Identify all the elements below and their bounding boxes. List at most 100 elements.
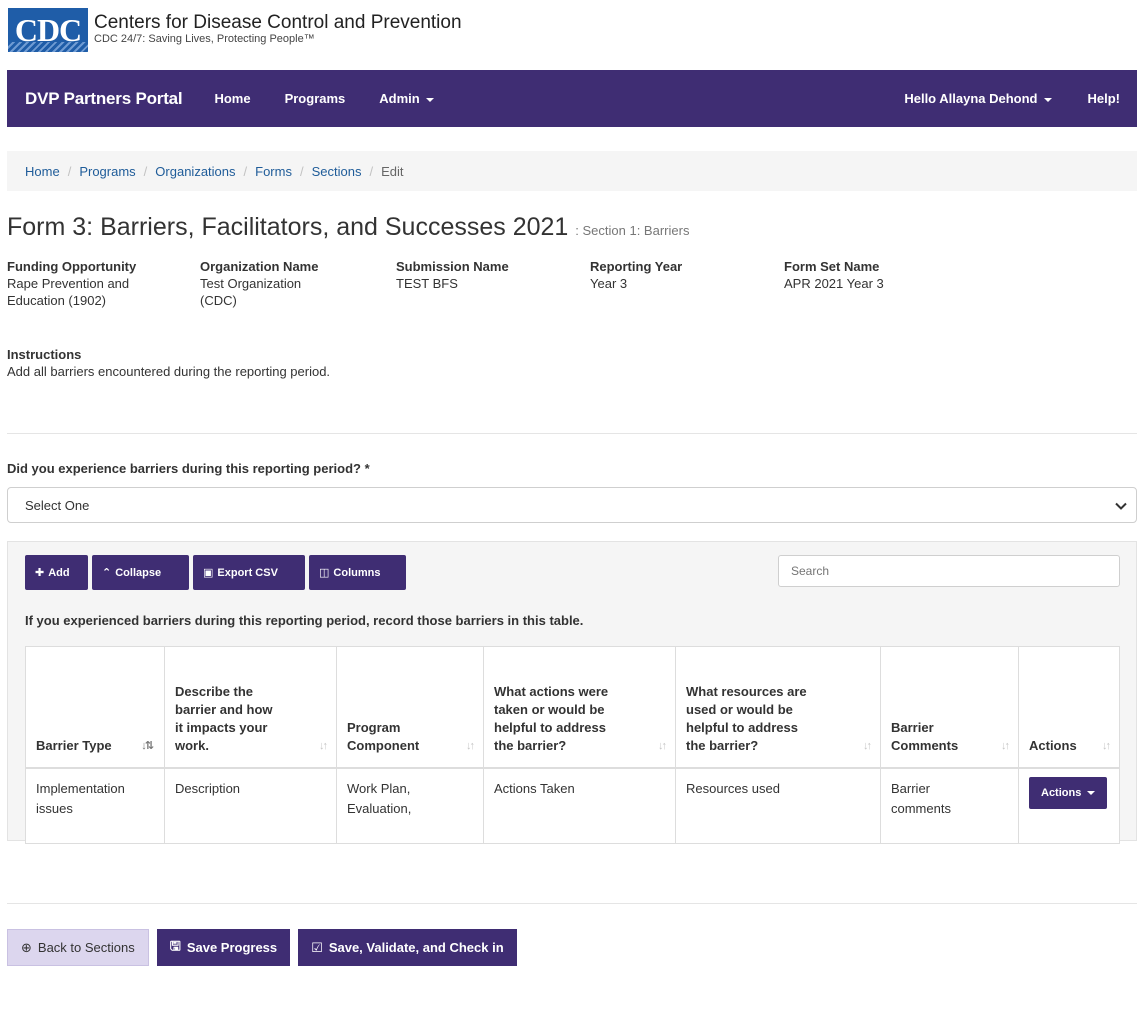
header-actions[interactable]: Actions ↓↑ — [1018, 646, 1120, 769]
sort-icon: ↓↑ — [863, 740, 872, 752]
chevron-up-icon: ⌃ — [102, 567, 112, 579]
caret-down-icon — [425, 97, 434, 102]
meta-submission-name: Submission Name TEST BFS — [396, 258, 590, 309]
sort-asc-icon: ↓⇅ — [141, 740, 154, 752]
breadcrumb-home[interactable]: Home — [25, 164, 60, 179]
header-label: What resources are — [686, 684, 807, 699]
breadcrumb-separator: / — [243, 163, 248, 179]
columns-button-label: Columns — [333, 566, 381, 579]
nav-help[interactable]: Help! — [1088, 91, 1121, 106]
breadcrumb-programs[interactable]: Programs — [79, 164, 135, 179]
cdc-header: CDC Centers for Disease Control and Prev… — [8, 8, 462, 56]
cell-text: Implementation — [36, 781, 125, 796]
add-button[interactable]: ✚ Add — [25, 555, 88, 590]
cell-actions-taken: Actions Taken — [483, 767, 676, 844]
sort-icon: ↓↑ — [658, 740, 667, 752]
header-label: Actions — [1029, 738, 1077, 753]
meta-value: Year 3 — [590, 276, 628, 291]
header-label: barrier and how — [175, 702, 273, 717]
breadcrumb-organizations[interactable]: Organizations — [155, 164, 235, 179]
header-description[interactable]: Describe the barrier and how it impacts … — [164, 646, 337, 769]
instructions-label: Instructions — [7, 347, 82, 362]
barriers-select[interactable]: Select One — [7, 487, 1137, 523]
sort-icon: ↓↑ — [466, 740, 475, 752]
header-barrier-type[interactable]: Barrier Type ↓⇅ — [25, 646, 165, 769]
breadcrumb-separator: / — [143, 163, 148, 179]
cdc-logo[interactable]: CDC — [8, 8, 88, 52]
header-label: taken or would be — [494, 702, 605, 717]
user-menu[interactable]: Hello Allayna Dehond — [904, 91, 1052, 106]
table-search-input[interactable] — [778, 555, 1120, 587]
header-barrier-comments[interactable]: Barrier Comments ↓↑ — [880, 646, 1019, 769]
cell-text: Evaluation, — [347, 801, 412, 816]
header-label: Component — [347, 738, 420, 753]
file-export-icon: ▣ — [203, 567, 214, 579]
cell-text: Actions Taken — [494, 781, 575, 796]
cdc-text-block: Centers for Disease Control and Preventi… — [94, 13, 462, 46]
header-resources[interactable]: What resources are used or would be help… — [675, 646, 881, 769]
header-actions-taken[interactable]: What actions were taken or would be help… — [483, 646, 676, 769]
plus-icon: ✚ — [35, 567, 45, 579]
nav-home[interactable]: Home — [214, 91, 250, 106]
barriers-panel: ✚Add ⌃Collapse ▣Export CSV ◫Columns If y… — [7, 541, 1137, 844]
chevron-down-icon — [1115, 502, 1127, 510]
breadcrumb-sections[interactable]: Sections — [312, 164, 362, 179]
divider — [7, 433, 1137, 434]
portal-brand[interactable]: DVP Partners Portal — [25, 89, 183, 109]
page-title: Form 3: Barriers, Facilitators, and Succ… — [7, 213, 689, 242]
meta-form-set-name: Form Set Name APR 2021 Year 3 — [784, 258, 984, 309]
meta-value: (CDC) — [200, 293, 237, 308]
back-to-sections-button[interactable]: ⊕ Back to Sections — [7, 929, 149, 966]
cell-barrier-type: Implementation issues — [25, 767, 165, 844]
meta-label: Submission Name — [396, 259, 509, 274]
cell-text: Work Plan, — [347, 781, 411, 796]
save-validate-label: Save, Validate, and Check in — [328, 940, 504, 955]
divider — [7, 903, 1137, 904]
save-progress-button[interactable]: 🖫 Save Progress — [156, 929, 291, 966]
circle-arrow-left-icon: ⊕ — [21, 939, 32, 955]
nav-programs[interactable]: Programs — [285, 91, 346, 106]
floppy-disk-icon: 🖫 — [169, 937, 181, 953]
header-label: it impacts your — [175, 720, 268, 735]
breadcrumb-separator: / — [369, 163, 374, 179]
meta-label: Funding Opportunity — [7, 259, 137, 274]
header-label: Barrier Type — [36, 738, 112, 753]
meta-value: APR 2021 Year 3 — [784, 276, 884, 291]
check-square-icon: ☑ — [311, 939, 323, 955]
header-label: What actions were — [494, 684, 609, 699]
cell-text: Description — [175, 781, 241, 796]
collapse-button[interactable]: ⌃ Collapse — [92, 555, 189, 590]
meta-label: Organization Name — [200, 259, 319, 274]
breadcrumb-separator: / — [67, 163, 72, 179]
cell-text: Barrier — [891, 781, 931, 796]
collapse-button-label: Collapse — [115, 566, 162, 579]
header-label: Program — [347, 720, 401, 735]
header-program-component[interactable]: Program Component ↓↑ — [336, 646, 484, 769]
nav-admin[interactable]: Admin — [379, 91, 434, 106]
breadcrumb: Home / Programs / Organizations / Forms / Se… — [7, 151, 1137, 191]
meta-label: Form Set Name — [784, 259, 880, 274]
barriers-table: Barrier Type ↓⇅ Describe the barrier and … — [25, 646, 1120, 844]
back-button-label: Back to Sections — [37, 940, 135, 955]
save-validate-checkin-button[interactable]: ☑ Save, Validate, and Check in — [298, 929, 517, 966]
header-label: the barrier? — [686, 738, 759, 753]
cell-barrier-comments: Barrier comments — [880, 767, 1019, 844]
meta-value: Test Organization — [200, 276, 302, 291]
breadcrumb-separator: / — [299, 163, 304, 179]
row-actions-button[interactable]: Actions — [1029, 777, 1108, 809]
header-label: helpful to address — [494, 720, 606, 735]
nav-admin-label: Admin — [379, 91, 420, 106]
header-label: the barrier? — [494, 738, 567, 753]
table-row: Implementation issues Description Work P… — [25, 767, 1120, 844]
cell-actions: Actions — [1018, 767, 1120, 844]
barriers-select-value: Select One — [25, 497, 90, 513]
meta-reporting-year: Reporting Year Year 3 — [590, 258, 784, 309]
columns-button[interactable]: ◫ Columns — [309, 555, 406, 590]
form-footer-actions: ⊕ Back to Sections 🖫 Save Progress ☑ Save, … — [7, 929, 517, 966]
table-header-row: Barrier Type ↓⇅ Describe the barrier and … — [25, 646, 1120, 769]
caret-down-icon — [1043, 97, 1052, 102]
breadcrumb-forms[interactable]: Forms — [255, 164, 292, 179]
header-label: Describe the — [175, 684, 254, 699]
cell-text: issues — [36, 801, 73, 816]
export-csv-button[interactable]: ▣ Export CSV — [193, 555, 305, 590]
